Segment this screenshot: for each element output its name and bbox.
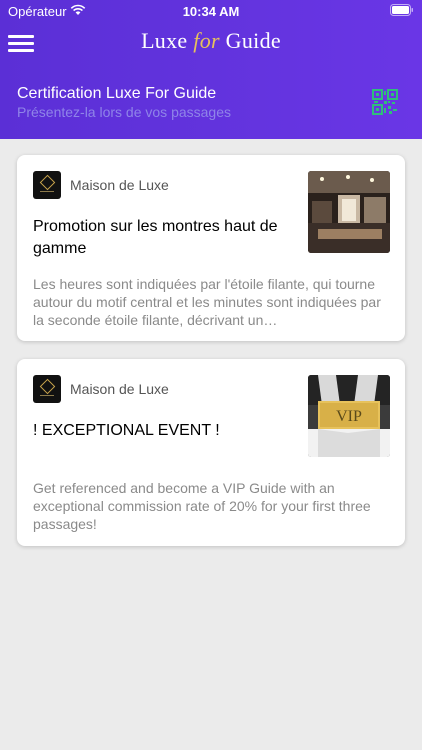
certification-subtitle: Présentez-la lors de vos passages [17,104,231,120]
news-card-vip-event[interactable]: Maison de Luxe ! EXCEPTIONAL EVENT ! Get… [17,359,405,546]
brand-name: Maison de Luxe [70,381,169,397]
app-header: Opérateur 10:34 AM Luxe for Guide Certif… [0,0,422,139]
vip-image: VIP [308,375,390,457]
nav-bar: Luxe for Guide [0,22,422,66]
card-title: Promotion sur les montres haut de gamme [33,218,278,257]
news-card-watches[interactable]: Maison de Luxe Promotion sur les montres… [17,155,405,341]
store-interior-image [308,171,390,253]
certification-title: Certification Luxe For Guide [17,85,217,102]
app-logo: Luxe for Guide [141,28,281,53]
brand-logo [33,171,61,199]
card-description: Get referenced and become a VIP Guide wi… [33,480,371,532]
qr-code-icon[interactable] [372,89,398,115]
brand-logo [33,375,61,403]
brand-name: Maison de Luxe [70,177,169,193]
card-title: ! EXCEPTIONAL EVENT ! [33,422,220,439]
svg-text:VIP: VIP [336,408,362,425]
battery-icon [390,4,413,16]
status-bar: Opérateur 10:34 AM [0,0,422,22]
card-description: Les heures sont indiquées par l'étoile f… [33,276,381,328]
status-time: 10:34 AM [182,4,240,19]
